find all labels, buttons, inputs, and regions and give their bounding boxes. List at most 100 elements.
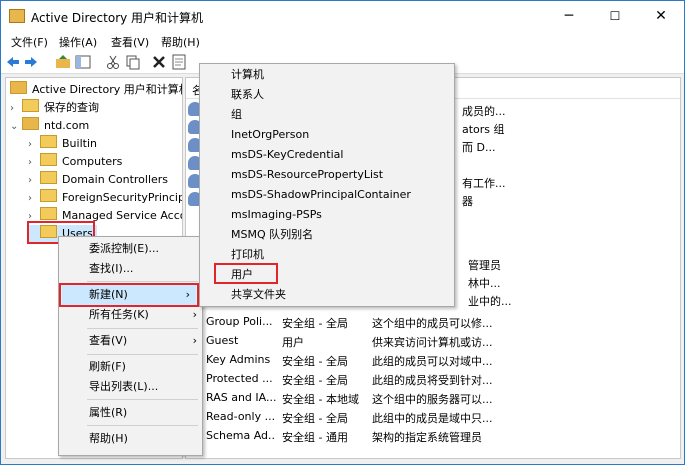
ad-icon [10,81,27,94]
submenu-item-computer[interactable]: 计算机 [231,66,264,84]
menu-item-view[interactable]: 查看(V) › [89,332,197,350]
menu-separator [87,328,198,329]
desc-cell: 管理员 [468,259,501,272]
submenu-item-printer[interactable]: 打印机 [231,246,264,264]
type-cell: 安全组 - 通用 [282,431,348,444]
name-cell: Read-only ... [206,410,276,423]
folder-icon [40,207,57,220]
name-cell: Protected ... [206,372,273,385]
desc-cell: 成员的... [462,105,506,118]
type-cell: 安全组 - 本地域 [282,393,359,406]
menu-separator [87,281,198,282]
type-cell: 用户 [282,336,304,349]
maximize-button[interactable]: ☐ [592,1,638,31]
folder-icon [40,135,57,148]
chevron-right-icon: › [192,334,197,347]
user-highlight-box [214,263,278,284]
folder-icon [40,171,57,184]
tree-root-label: Active Directory 用户和计算机 [32,83,183,96]
menu-action[interactable]: 操作(A) [59,34,97,50]
window-title: Active Directory 用户和计算机 [31,11,204,25]
desc-cell: 此组中的成员是域中只... [372,412,493,425]
folder-icon [40,189,57,202]
menu-item-refresh[interactable]: 刷新(F) [89,358,126,376]
copy-icon[interactable] [125,54,141,70]
tree-item-computers[interactable]: › Computers [28,153,122,171]
submenu-item-keycredential[interactable]: msDS-KeyCredential [231,146,343,164]
chevron-right-icon[interactable]: › [28,157,40,168]
chevron-right-icon[interactable]: › [28,139,40,150]
desc-cell: 林中... [468,277,501,290]
chevron-right-icon: › [192,308,197,321]
menu-item-find[interactable]: 查找(I)... [89,260,133,278]
desc-cell: ators 组 [462,123,505,136]
submenu-item-msmq-alias[interactable]: MSMQ 队列别名 [231,226,313,244]
chevron-right-icon[interactable]: › [10,103,22,114]
back-arrow-icon[interactable] [5,54,21,70]
cut-icon[interactable] [105,54,121,70]
chevron-right-icon[interactable]: › [28,175,40,186]
menu-item-export-list[interactable]: 导出列表(L)... [89,378,158,396]
submenu-item-shared-folder[interactable]: 共享文件夹 [231,286,286,304]
show-tree-icon[interactable] [75,54,91,70]
name-cell: Group Poli... [206,315,273,328]
chevron-right-icon[interactable]: › [28,193,40,204]
forward-arrow-icon[interactable] [23,54,39,70]
properties-icon[interactable] [171,54,187,70]
tree-domain[interactable]: ⌄ ntd.com [10,117,89,135]
desc-cell: 而 D... [462,141,496,154]
name-cell: RAS and IA... [206,391,276,404]
desc-cell: 此组的成员将受到针对... [372,374,493,387]
submenu-item-imaging-psps[interactable]: msImaging-PSPs [231,206,322,224]
tree-root[interactable]: Active Directory 用户和计算机 [10,81,183,99]
menu-file[interactable]: 文件(F) [11,34,48,50]
menu-separator [87,399,198,400]
folder-icon [22,99,39,112]
type-cell: 安全组 - 全局 [282,374,348,387]
type-cell: 安全组 - 全局 [282,317,348,330]
folder-icon [40,153,57,166]
tree-item-label: Computers [62,155,123,168]
submenu-item-resourcepropertylist[interactable]: msDS-ResourcePropertyList [231,166,383,184]
desc-cell: 这个组中的成员可以修... [372,317,493,330]
desc-cell: 供来宾访问计算机或访... [372,336,493,349]
title-bar: Active Directory 用户和计算机 ─ ☐ ✕ [1,1,684,31]
desc-cell: 器 [462,195,473,208]
menu-item-delegate-control[interactable]: 委派控制(E)... [89,240,159,258]
tree-item-label: ForeignSecurityPrincipa [62,191,183,204]
menu-item-help[interactable]: 帮助(H) [89,430,128,448]
menu-item-all-tasks[interactable]: 所有任务(K) › [89,306,197,324]
app-icon [9,9,25,23]
submenu-item-group[interactable]: 组 [231,106,242,124]
app-window: Active Directory 用户和计算机 ─ ☐ ✕ 文件(F) 操作(A… [0,0,685,465]
submenu-item-shadowprincipalcontainer[interactable]: msDS-ShadowPrincipalContainer [231,186,411,204]
tree-saved-queries[interactable]: › 保存的查询 [10,99,99,117]
type-cell: 安全组 - 全局 [282,412,348,425]
submenu-item-inetorgperson[interactable]: InetOrgPerson [231,126,309,144]
menu-separator [87,425,198,426]
chevron-down-icon[interactable]: ⌄ [10,121,22,132]
tree-saved-queries-label: 保存的查询 [44,101,99,114]
tree-domain-label: ntd.com [44,119,90,132]
desc-cell: 架构的指定系统管理员 [372,431,482,444]
menu-help[interactable]: 帮助(H) [161,34,200,50]
tree-item-label: Domain Controllers [62,173,169,186]
menu-item-properties[interactable]: 属性(R) [89,404,127,422]
tree-item-foreign-security[interactable]: › ForeignSecurityPrincipa [28,189,183,207]
tree-item-builtin[interactable]: › Builtin [28,135,97,153]
desc-cell: 有工作... [462,177,506,190]
name-cell: Schema Ad... [206,429,276,442]
close-button[interactable]: ✕ [638,1,684,31]
menu-separator [87,354,198,355]
desc-cell: 此组的成员可以对域中... [372,355,493,368]
up-folder-icon[interactable] [55,54,71,70]
desc-cell: 业中的... [468,295,512,308]
name-cell: Key Admins [206,353,271,366]
menu-item-view-label: 查看(V) [89,334,128,347]
delete-icon[interactable] [151,54,167,70]
context-menu: 委派控制(E)... 查找(I)... 新建(N) › 所有任务(K) › 查看(… [58,236,203,456]
menu-view[interactable]: 查看(V) [111,34,149,50]
minimize-button[interactable]: ─ [546,1,592,31]
submenu-item-contact[interactable]: 联系人 [231,86,264,104]
tree-item-domain-controllers[interactable]: › Domain Controllers [28,171,168,189]
